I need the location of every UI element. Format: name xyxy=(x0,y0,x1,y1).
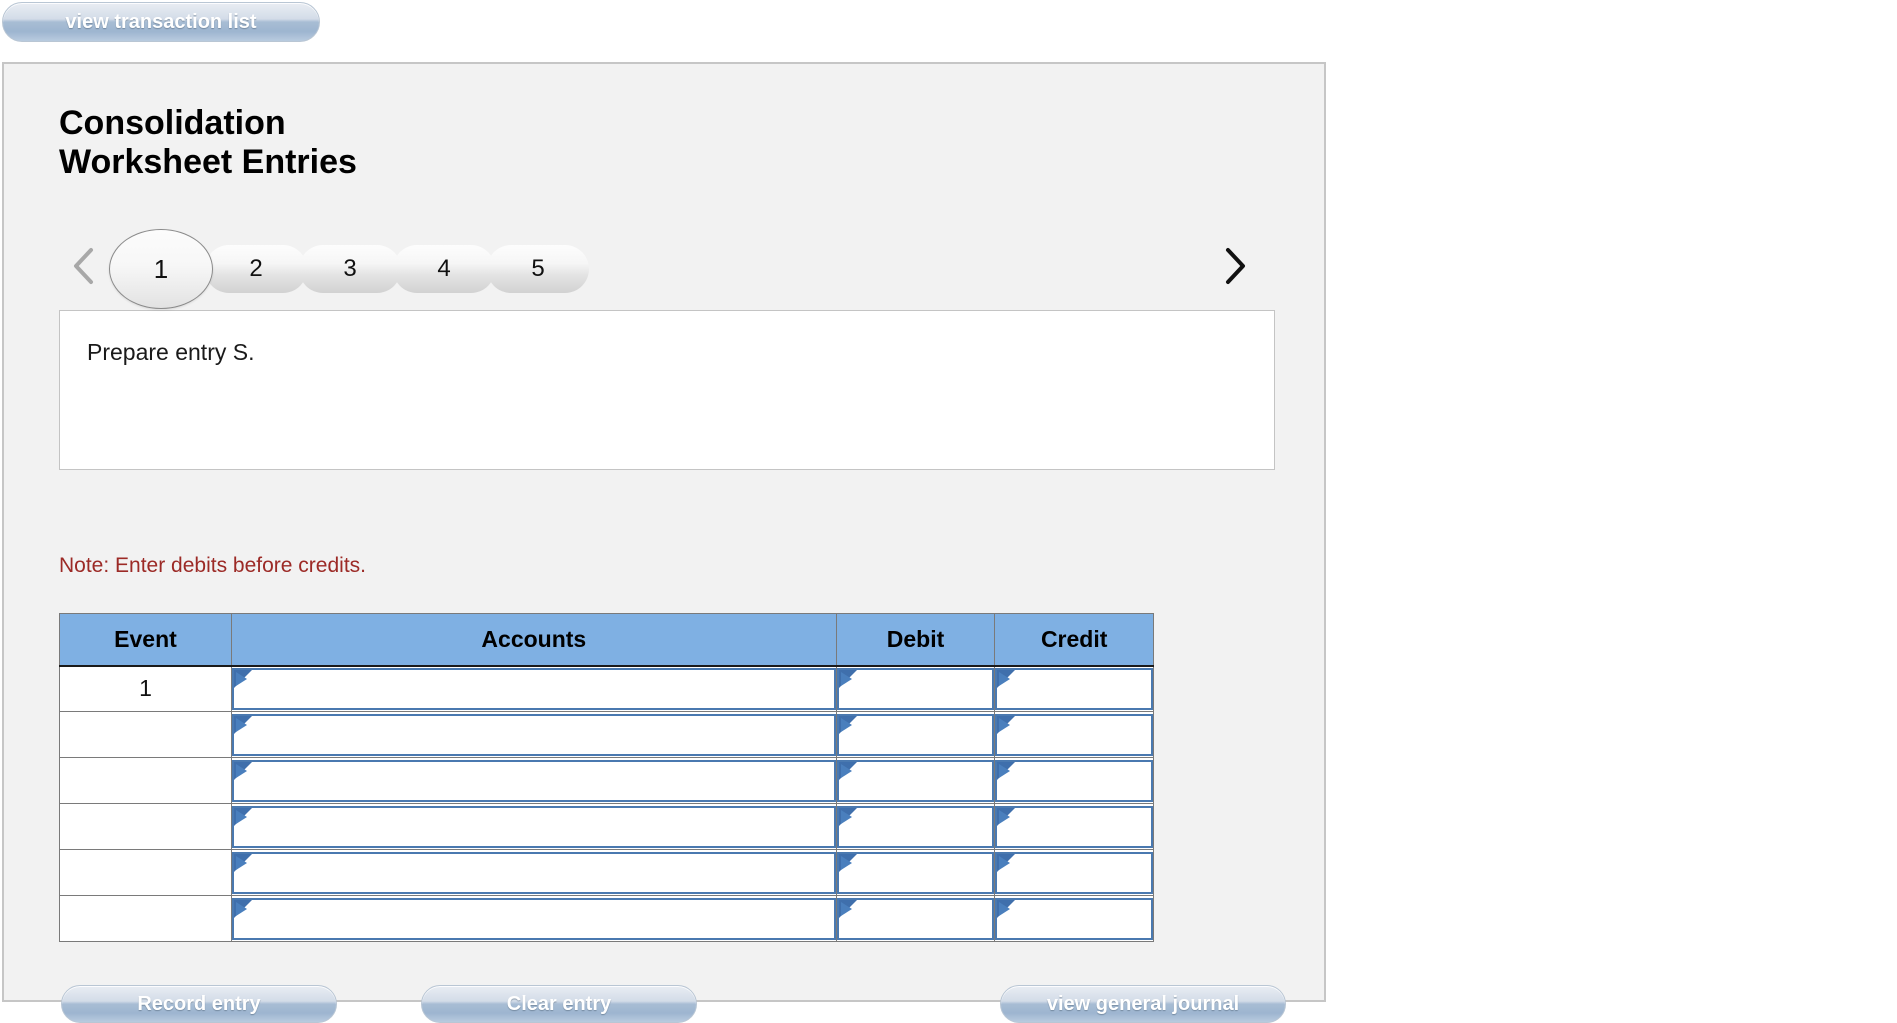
event-number: 1 xyxy=(59,665,232,712)
clear-entry-button[interactable]: Clear entry xyxy=(421,985,697,1023)
accounts-cell[interactable] xyxy=(230,757,837,804)
note-text: Note: Enter debits before credits. xyxy=(59,554,366,577)
pager: 1 2 3 4 5 xyxy=(59,229,1274,309)
accounts-cell[interactable] xyxy=(230,803,837,850)
credit-cell[interactable] xyxy=(994,665,1154,712)
pager-tab-5[interactable]: 5 xyxy=(487,245,589,293)
credit-input[interactable] xyxy=(995,759,1153,802)
credit-cell[interactable] xyxy=(994,711,1154,758)
debit-input[interactable] xyxy=(836,759,995,802)
accounts-input[interactable] xyxy=(231,897,836,940)
table-row: 1 xyxy=(59,665,1154,712)
accounts-cell[interactable] xyxy=(230,711,837,758)
debit-cell[interactable] xyxy=(835,895,996,942)
credit-input[interactable] xyxy=(995,667,1153,710)
credit-input[interactable] xyxy=(995,897,1153,940)
table-row xyxy=(59,711,1154,758)
accounts-cell[interactable] xyxy=(230,665,837,712)
chevron-right-icon[interactable] xyxy=(1217,243,1251,289)
table-header-row: Event Accounts Debit Credit xyxy=(59,613,1154,667)
table-row xyxy=(59,757,1154,804)
instruction-box: Prepare entry S. xyxy=(59,310,1275,470)
accounts-cell[interactable] xyxy=(230,849,837,896)
table-row xyxy=(59,849,1154,896)
pager-tab-label: 5 xyxy=(531,255,545,282)
credit-cell[interactable] xyxy=(994,803,1154,850)
credit-input[interactable] xyxy=(995,851,1153,894)
table-row xyxy=(59,803,1154,850)
debit-input[interactable] xyxy=(836,897,995,940)
debit-cell[interactable] xyxy=(835,803,996,850)
record-entry-button[interactable]: Record entry xyxy=(61,985,337,1023)
credit-cell[interactable] xyxy=(994,849,1154,896)
debit-input[interactable] xyxy=(836,805,995,848)
debit-input[interactable] xyxy=(836,851,995,894)
credit-cell[interactable] xyxy=(994,757,1154,804)
pager-tab-3[interactable]: 3 xyxy=(299,245,401,293)
event-number xyxy=(59,757,232,804)
column-header-debit: Debit xyxy=(835,613,996,667)
debit-input[interactable] xyxy=(836,713,995,756)
debit-cell[interactable] xyxy=(835,665,996,712)
credit-cell[interactable] xyxy=(994,895,1154,942)
page-title: Consolidation Worksheet Entries xyxy=(59,104,357,181)
accounts-input[interactable] xyxy=(231,667,836,710)
journal-entry-table: Event Accounts Debit Credit 1 xyxy=(59,613,1154,942)
pager-tab-label: 2 xyxy=(249,255,263,282)
instruction-text: Prepare entry S. xyxy=(87,339,255,365)
debit-cell[interactable] xyxy=(835,711,996,758)
table-row xyxy=(59,895,1154,942)
consolidation-worksheet-panel: Consolidation Worksheet Entries 1 2 3 4 … xyxy=(2,62,1326,1023)
debit-input[interactable] xyxy=(836,667,995,710)
pager-tab-2[interactable]: 2 xyxy=(205,245,307,293)
chevron-left-icon[interactable] xyxy=(67,243,101,289)
accounts-cell[interactable] xyxy=(230,895,837,942)
accounts-input[interactable] xyxy=(231,851,836,894)
pager-tab-label: 3 xyxy=(343,255,357,282)
column-header-credit: Credit xyxy=(994,613,1154,667)
pager-tab-label: 1 xyxy=(153,253,169,284)
debit-cell[interactable] xyxy=(835,757,996,804)
pager-tab-label: 4 xyxy=(437,255,451,282)
accounts-input[interactable] xyxy=(231,713,836,756)
view-transaction-list-button[interactable]: view transaction list xyxy=(2,2,320,42)
pager-tab-4[interactable]: 4 xyxy=(393,245,495,293)
event-number xyxy=(59,895,232,942)
credit-input[interactable] xyxy=(995,713,1153,756)
event-number xyxy=(59,849,232,896)
credit-input[interactable] xyxy=(995,805,1153,848)
view-general-journal-button[interactable]: view general journal xyxy=(1000,985,1286,1023)
column-header-accounts: Accounts xyxy=(230,613,837,667)
table-body: 1 xyxy=(59,665,1154,942)
accounts-input[interactable] xyxy=(231,805,836,848)
column-header-event: Event xyxy=(59,613,232,667)
event-number xyxy=(59,711,232,758)
pager-tab-list: 1 2 3 4 5 xyxy=(109,229,589,309)
table-header: Event Accounts Debit Credit xyxy=(59,613,1154,667)
accounts-input[interactable] xyxy=(231,759,836,802)
event-number xyxy=(59,803,232,850)
debit-cell[interactable] xyxy=(835,849,996,896)
pager-tab-1[interactable]: 1 xyxy=(109,229,213,309)
